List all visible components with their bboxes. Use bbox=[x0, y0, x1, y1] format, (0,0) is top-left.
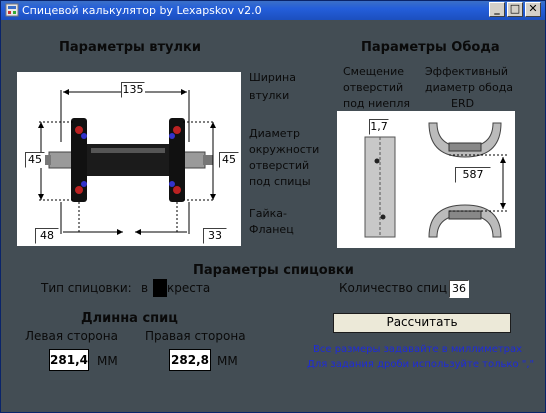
rim-heading: Параметры Обода bbox=[361, 40, 500, 55]
flange-diam-label-3: отверстий bbox=[249, 159, 310, 172]
hub-heading: Параметры втулки bbox=[59, 40, 201, 55]
erd-label-3: ERD bbox=[451, 97, 475, 110]
cross-count-field[interactable] bbox=[153, 279, 167, 297]
rim-offset-label-3: под ниепля bbox=[343, 97, 410, 110]
nut-flange-label-2: Фланец bbox=[249, 223, 294, 236]
erd-label-1: Эффективный bbox=[425, 65, 508, 78]
right-length-unit: ММ bbox=[217, 354, 238, 368]
calculate-button[interactable]: Рассчитать bbox=[333, 313, 511, 333]
units-note: Все размеры задавайте в миллиметрах bbox=[313, 344, 523, 355]
app-window: Спицевой калькулятор by Lexapskov v2.0 _… bbox=[0, 0, 546, 413]
flange-offset-right-field[interactable]: 33 bbox=[203, 228, 227, 244]
left-length-unit: ММ bbox=[97, 354, 118, 368]
lacing-type-label: Тип спицовки: bbox=[41, 281, 132, 295]
title-bar[interactable]: Спицевой калькулятор by Lexapskov v2.0 _… bbox=[1, 1, 545, 20]
flange-diam-label-2: окружности bbox=[249, 143, 320, 156]
hub-diagram: 135 45 45 48 33 bbox=[17, 72, 241, 246]
hub-width-label-2: втулки bbox=[249, 89, 290, 102]
right-length-value: 282,8 bbox=[169, 349, 211, 371]
window-title: Спицевой калькулятор by Lexapskov v2.0 bbox=[22, 4, 262, 17]
hub-width-label-1: Ширина bbox=[249, 71, 296, 84]
flange-diam-left-field[interactable]: 45 bbox=[25, 152, 45, 168]
lacing-cross-label: креста bbox=[167, 281, 211, 295]
decimal-note: Для задания дроби используйте только "," bbox=[307, 359, 535, 370]
lacing-heading: Параметры спицовки bbox=[193, 263, 354, 278]
erd-label-2: диаметр обода bbox=[425, 81, 514, 94]
close-button[interactable]: ✕ bbox=[525, 2, 541, 17]
flange-diam-right-field[interactable]: 45 bbox=[219, 152, 239, 168]
flange-diam-label-4: под спицы bbox=[249, 175, 311, 188]
minimize-button[interactable]: _ bbox=[489, 2, 505, 17]
rim-diagram: 1,7 587 bbox=[337, 111, 515, 248]
lacing-in-label: в bbox=[141, 281, 149, 295]
erd-field[interactable]: 587 bbox=[455, 167, 491, 183]
rim-offset-field[interactable]: 1,7 bbox=[369, 119, 389, 135]
app-icon bbox=[5, 3, 19, 17]
flange-diam-label-1: Диаметр bbox=[249, 127, 300, 140]
maximize-button[interactable]: □ bbox=[507, 2, 523, 17]
left-length-value: 281,4 bbox=[49, 349, 89, 371]
right-side-label: Правая сторона bbox=[145, 329, 246, 343]
hub-width-field[interactable]: 135 bbox=[121, 82, 145, 98]
rim-offset-label-1: Смещение bbox=[343, 65, 404, 78]
left-side-label: Левая сторона bbox=[25, 329, 118, 343]
spoke-count-label: Количество спиц bbox=[339, 281, 448, 295]
rim-offset-label-2: отверстий bbox=[343, 81, 404, 94]
spoke-count-field[interactable]: 36 bbox=[449, 280, 469, 298]
nut-flange-label-1: Гайка- bbox=[249, 207, 287, 220]
client-area: Параметры втулки 135 45 45 48 33 Ширина … bbox=[3, 21, 543, 411]
length-heading: Длинна спиц bbox=[81, 311, 178, 326]
flange-offset-left-field[interactable]: 48 bbox=[35, 228, 59, 244]
hub-drawing bbox=[38, 89, 216, 235]
